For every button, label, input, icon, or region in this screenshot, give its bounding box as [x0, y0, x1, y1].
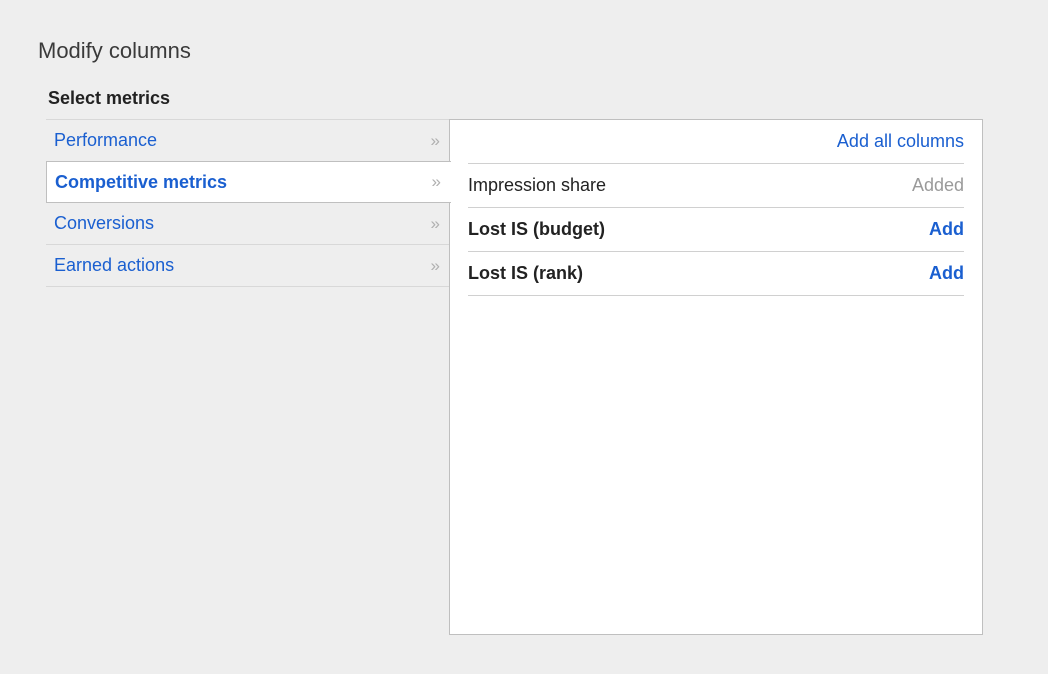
category-label: Performance	[54, 130, 157, 151]
page-title: Modify columns	[38, 38, 1048, 64]
category-list: Performance » Competitive metrics » Conv…	[46, 119, 450, 287]
chevron-double-right-icon: »	[432, 172, 435, 192]
chevron-double-right-icon: »	[431, 256, 434, 276]
category-item-competitive-metrics[interactable]: Competitive metrics »	[46, 161, 451, 203]
metric-row-lost-is-rank: Lost IS (rank) Add	[468, 252, 964, 296]
metric-status-added: Added	[912, 175, 964, 196]
chevron-double-right-icon: »	[431, 131, 434, 151]
metric-label: Lost IS (rank)	[468, 263, 583, 284]
metric-add-button[interactable]: Add	[929, 219, 964, 240]
metric-label: Impression share	[468, 175, 606, 196]
chevron-double-right-icon: »	[431, 214, 434, 234]
add-all-columns-link[interactable]: Add all columns	[837, 131, 964, 152]
metric-row-impression-share: Impression share Added	[468, 164, 964, 208]
add-all-row: Add all columns	[468, 120, 964, 164]
category-item-conversions[interactable]: Conversions »	[46, 203, 450, 245]
category-label: Conversions	[54, 213, 154, 234]
metric-add-button[interactable]: Add	[929, 263, 964, 284]
metrics-panel: Add all columns Impression share Added L…	[449, 119, 983, 635]
section-title: Select metrics	[48, 88, 1048, 109]
category-item-earned-actions[interactable]: Earned actions »	[46, 245, 450, 287]
category-label: Competitive metrics	[55, 172, 227, 193]
metric-row-lost-is-budget: Lost IS (budget) Add	[468, 208, 964, 252]
metric-label: Lost IS (budget)	[468, 219, 605, 240]
category-item-performance[interactable]: Performance »	[46, 120, 450, 162]
category-label: Earned actions	[54, 255, 174, 276]
